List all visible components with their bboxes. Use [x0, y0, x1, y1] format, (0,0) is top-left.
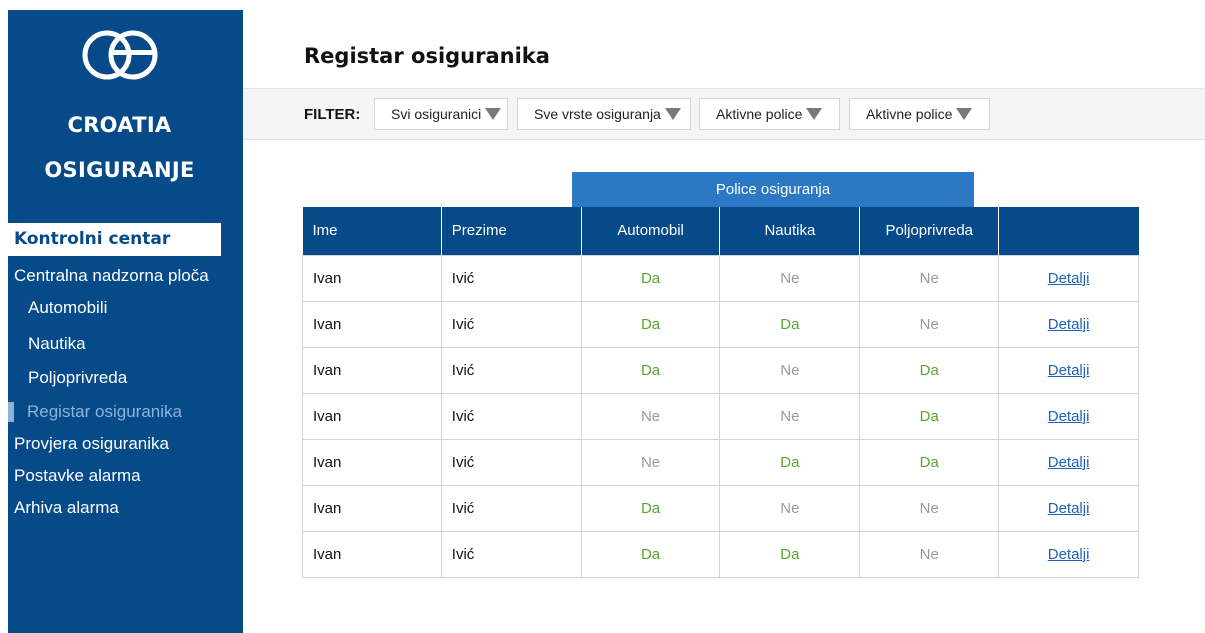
column-header-ime: Ime — [302, 207, 442, 255]
table-row: Ivan Ivić Ne Da Da Detalji — [302, 438, 1139, 486]
cell-automobil: Ne — [580, 438, 721, 486]
cell-nautika: Ne — [719, 484, 861, 532]
nav-section-title[interactable]: Kontrolni centar rizika — [8, 223, 221, 282]
filter-dropdown-police-2[interactable]: Aktivne police — [849, 98, 990, 130]
cell-prezime: Ivić — [440, 438, 582, 486]
cell-nautika: Ne — [719, 346, 861, 394]
sidebar-nav: Centralna nadzorna ploča Automobili Naut… — [8, 265, 243, 529]
table-body: Ivan Ivić Da Ne Ne Detalji Ivan Ivić Da Da Ne Detal… — [302, 254, 1139, 578]
cell-automobil: Da — [580, 254, 721, 302]
cell-ime: Ivan — [302, 392, 442, 440]
brand-line-2: OSIGURANJE — [44, 158, 195, 182]
dropdown-arrow-icon — [664, 107, 681, 120]
sidebar-item-nautika[interactable]: Nautika — [8, 333, 243, 367]
dropdown-arrow-icon — [806, 107, 823, 120]
cell-nautika: Ne — [719, 392, 861, 440]
cell-poljoprivreda: Ne — [859, 254, 1000, 302]
cell-prezime: Ivić — [440, 254, 582, 302]
table-row: Ivan Ivić Da Da Ne Detalji — [302, 300, 1139, 348]
column-header-automobil: Automobil — [581, 207, 721, 255]
table-header-row: Ime Prezime Automobil Nautika Poljoprivr… — [302, 207, 1139, 255]
cell-poljoprivreda: Ne — [859, 530, 1000, 578]
details-link[interactable]: Detalji — [1048, 454, 1090, 471]
table-row: Ivan Ivić Ne Ne Da Detalji — [302, 392, 1139, 440]
sidebar-item-registar-osiguranika[interactable]: Registar osiguranika — [8, 401, 243, 433]
cell-ime: Ivan — [302, 530, 442, 578]
cell-nautika: Da — [719, 438, 861, 486]
croatia-osiguranje-logo-icon[interactable] — [80, 28, 160, 82]
sidebar-item-centralna-nadzorna-ploca[interactable]: Centralna nadzorna ploča — [8, 265, 243, 297]
sidebar-item-arhiva-alarma[interactable]: Arhiva alarma — [8, 497, 243, 529]
table-row: Ivan Ivić Da Ne Ne Detalji — [302, 484, 1139, 532]
cell-poljoprivreda: Da — [859, 438, 1000, 486]
policies-group-header: Police osiguranja — [572, 172, 974, 208]
filter-label: FILTER: — [304, 106, 361, 123]
cell-actions: Detalji — [998, 392, 1139, 440]
brand-name: CROATIA OSIGURANJE — [8, 112, 231, 184]
column-header-poljoprivreda: Poljoprivreda — [859, 207, 1000, 255]
dropdown-arrow-icon — [956, 107, 973, 120]
cell-automobil: Ne — [580, 392, 721, 440]
cell-poljoprivreda: Ne — [859, 300, 1000, 348]
cell-automobil: Da — [580, 530, 721, 578]
details-link[interactable]: Detalji — [1048, 316, 1090, 333]
insured-table: Ime Prezime Automobil Nautika Poljoprivr… — [302, 207, 1139, 578]
column-header-nautika: Nautika — [719, 207, 861, 255]
cell-ime: Ivan — [302, 254, 442, 302]
cell-automobil: Da — [580, 484, 721, 532]
table-row: Ivan Ivić Da Da Ne Detalji — [302, 530, 1139, 578]
cell-actions: Detalji — [998, 438, 1139, 486]
cell-prezime: Ivić — [440, 530, 582, 578]
cell-automobil: Da — [580, 300, 721, 348]
filter-bar: FILTER: Svi osiguranici Sve vrste osigur… — [243, 88, 1205, 140]
cell-actions: Detalji — [998, 346, 1139, 394]
column-header-actions — [998, 207, 1139, 255]
page-title: Registar osiguranika — [304, 44, 550, 68]
cell-prezime: Ivić — [440, 484, 582, 532]
details-link[interactable]: Detalji — [1048, 408, 1090, 425]
cell-poljoprivreda: Da — [859, 392, 1000, 440]
sidebar-item-provjera-osiguranika[interactable]: Provjera osiguranika — [8, 433, 243, 465]
sidebar-item-postavke-alarma[interactable]: Postavke alarma — [8, 465, 243, 497]
cell-actions: Detalji — [998, 484, 1139, 532]
cell-nautika: Da — [719, 530, 861, 578]
dropdown-value: Svi osiguranici — [391, 106, 482, 122]
cell-nautika: Da — [719, 300, 861, 348]
filter-dropdown-vrste-osiguranja[interactable]: Sve vrste osiguranja — [517, 98, 691, 130]
filter-dropdown-police-1[interactable]: Aktivne police — [699, 98, 840, 130]
cell-prezime: Ivić — [440, 392, 582, 440]
cell-actions: Detalji — [998, 254, 1139, 302]
details-link[interactable]: Detalji — [1048, 270, 1090, 287]
details-link[interactable]: Detalji — [1048, 500, 1090, 517]
dropdown-arrow-icon — [485, 107, 502, 120]
cell-ime: Ivan — [302, 438, 442, 486]
cell-actions: Detalji — [998, 530, 1139, 578]
cell-poljoprivreda: Ne — [859, 484, 1000, 532]
sidebar: CROATIA OSIGURANJE Kontrolni centar rizi… — [8, 10, 243, 633]
cell-ime: Ivan — [302, 300, 442, 348]
cell-nautika: Ne — [719, 254, 861, 302]
cell-automobil: Da — [580, 346, 721, 394]
table-row: Ivan Ivić Da Ne Ne Detalji — [302, 254, 1139, 302]
details-link[interactable]: Detalji — [1048, 546, 1090, 563]
filter-dropdown-osiguranici[interactable]: Svi osiguranici — [374, 98, 508, 130]
cell-prezime: Ivić — [440, 300, 582, 348]
column-header-prezime: Prezime — [441, 207, 582, 255]
dropdown-value: Aktivne police — [716, 106, 803, 122]
cell-ime: Ivan — [302, 484, 442, 532]
table-row: Ivan Ivić Da Ne Da Detalji — [302, 346, 1139, 394]
dropdown-value: Sve vrste osiguranja — [534, 106, 661, 122]
sidebar-item-poljoprivreda[interactable]: Poljoprivreda — [8, 367, 243, 401]
sidebar-item-automobili[interactable]: Automobili — [8, 297, 243, 333]
cell-poljoprivreda: Da — [859, 346, 1000, 394]
cell-prezime: Ivić — [440, 346, 582, 394]
cell-ime: Ivan — [302, 346, 442, 394]
brand-line-1: CROATIA — [67, 113, 172, 137]
dropdown-value: Aktivne police — [866, 106, 953, 122]
details-link[interactable]: Detalji — [1048, 362, 1090, 379]
cell-actions: Detalji — [998, 300, 1139, 348]
